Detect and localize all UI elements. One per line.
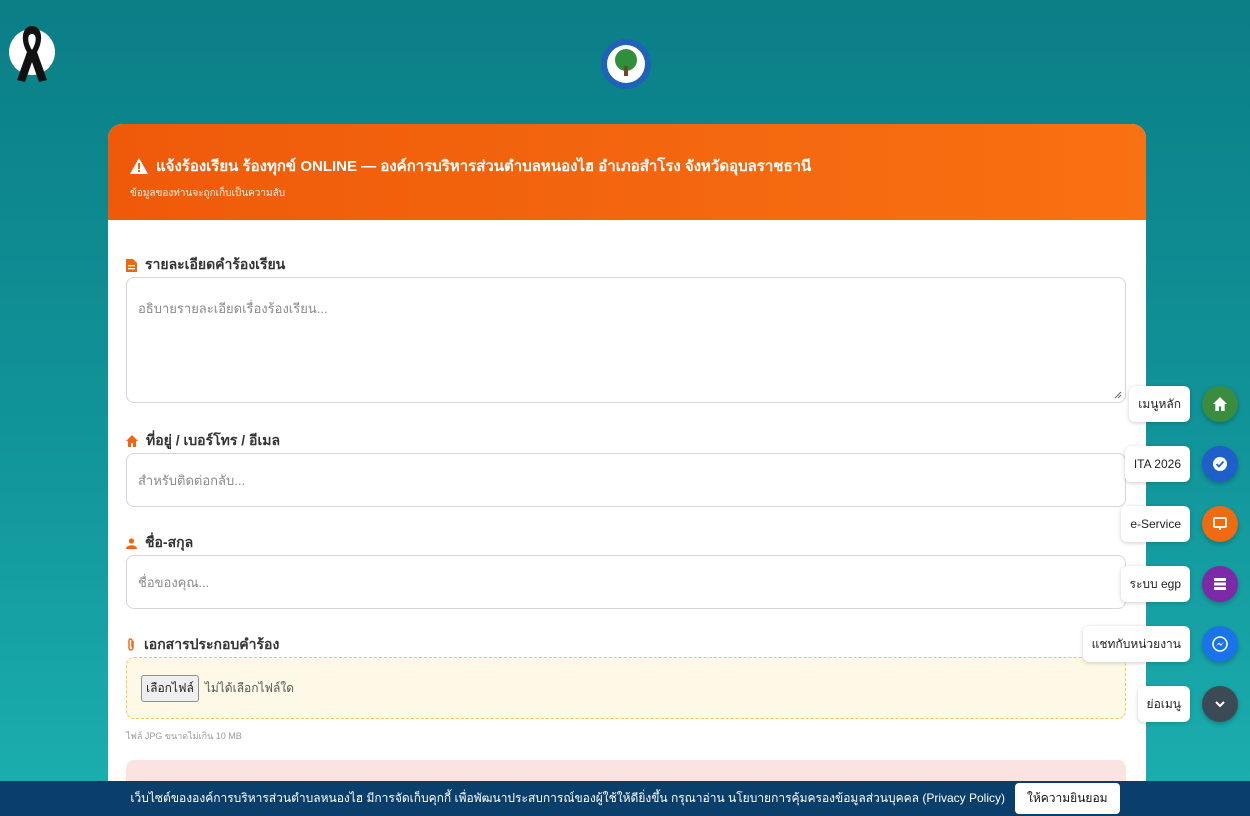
cookie-accept-button[interactable]: ให้ความยินยอม [1015, 783, 1120, 814]
quick-menu-chat[interactable]: แชทกับหน่วยงาน [1082, 626, 1238, 662]
details-textarea[interactable]: อธิบายรายละเอียดเรื่องร้องเรียน... [126, 277, 1126, 403]
name-label: ชื่อ-สกุล [145, 534, 194, 550]
complaint-form-card: แจ้งร้องเรียน ร้องทุกข์ ONLINE — องค์การ… [108, 124, 1146, 816]
quick-menu-eservice[interactable]: e-Service [1121, 506, 1238, 542]
quick-menu-ita[interactable]: ITA 2026 [1124, 446, 1238, 482]
chevron-down-icon[interactable] [1202, 686, 1238, 722]
organization-logo [601, 39, 651, 89]
quick-menu-egp[interactable]: ระบบ egp [1120, 566, 1238, 602]
name-label-row: ชื่อ-สกุล [126, 532, 193, 554]
form-subtitle: ข้อมูลของท่านจะถูกเก็บเป็นความลับ [130, 188, 286, 199]
file-dropzone[interactable]: เลือกไฟล์ ไม่ได้เลือกไฟล์ใด [126, 657, 1126, 719]
quick-menu-home[interactable]: เมนูหลัก [1129, 386, 1238, 422]
messenger-icon[interactable] [1202, 626, 1238, 662]
details-label: รายละเอียดคำร้องเรียน [145, 256, 286, 272]
details-label-row: รายละเอียดคำร้องเรียน [126, 254, 285, 276]
resize-grip-icon[interactable] [1114, 391, 1122, 399]
contact-input[interactable]: สำหรับติดต่อกลับ... [126, 453, 1126, 507]
choose-file-button[interactable]: เลือกไฟล์ [141, 674, 199, 702]
file-status: ไม่ได้เลือกไฟล์ใด [204, 680, 295, 695]
quick-menu-label[interactable]: ย่อเมนู [1137, 686, 1190, 722]
contact-label: ที่อยู่ / เบอร์โทร / อีเมล [146, 432, 281, 448]
cookie-consent-bar: เว็บไซต์ขององค์การบริหารส่วนตำบลหนองไฮ ม… [0, 781, 1250, 816]
monitor-icon[interactable] [1202, 506, 1238, 542]
quick-menu-label[interactable]: e-Service [1121, 506, 1190, 542]
contact-label-row: ที่อยู่ / เบอร์โทร / อีเมล [126, 430, 280, 452]
name-input[interactable]: ชื่อของคุณ... [126, 555, 1126, 609]
grid-icon[interactable] [1202, 566, 1238, 602]
mourning-ribbon-icon [9, 26, 55, 82]
home-icon [126, 435, 138, 447]
quick-menu-label[interactable]: ITA 2026 [1124, 446, 1190, 482]
form-title: แจ้งร้องเรียน ร้องทุกข์ ONLINE — องค์การ… [156, 158, 812, 175]
quick-menu-label[interactable]: แชทกับหน่วยงาน [1082, 626, 1190, 662]
file-hint: ไฟล์ JPG ขนาดไม่เกิน 10 MB [126, 731, 242, 741]
verified-badge-icon[interactable] [1202, 446, 1238, 482]
attachment-label-row: เอกสารประกอบคำร้อง [126, 634, 279, 656]
form-header: แจ้งร้องเรียน ร้องทุกข์ ONLINE — องค์การ… [108, 124, 1146, 220]
cookie-text: เว็บไซต์ขององค์การบริหารส่วนตำบลหนองไฮ ม… [130, 791, 1005, 805]
document-icon [126, 258, 137, 272]
quick-menu-label[interactable]: เมนูหลัก [1129, 386, 1190, 422]
attachment-label: เอกสารประกอบคำร้อง [144, 636, 280, 652]
quick-menu-label[interactable]: ระบบ egp [1120, 566, 1190, 602]
quick-menu-collapse[interactable]: ย่อเมนู [1137, 686, 1238, 722]
warning-icon [130, 158, 148, 174]
paperclip-icon [128, 638, 134, 651]
user-icon [126, 537, 137, 549]
home-icon[interactable] [1202, 386, 1238, 422]
